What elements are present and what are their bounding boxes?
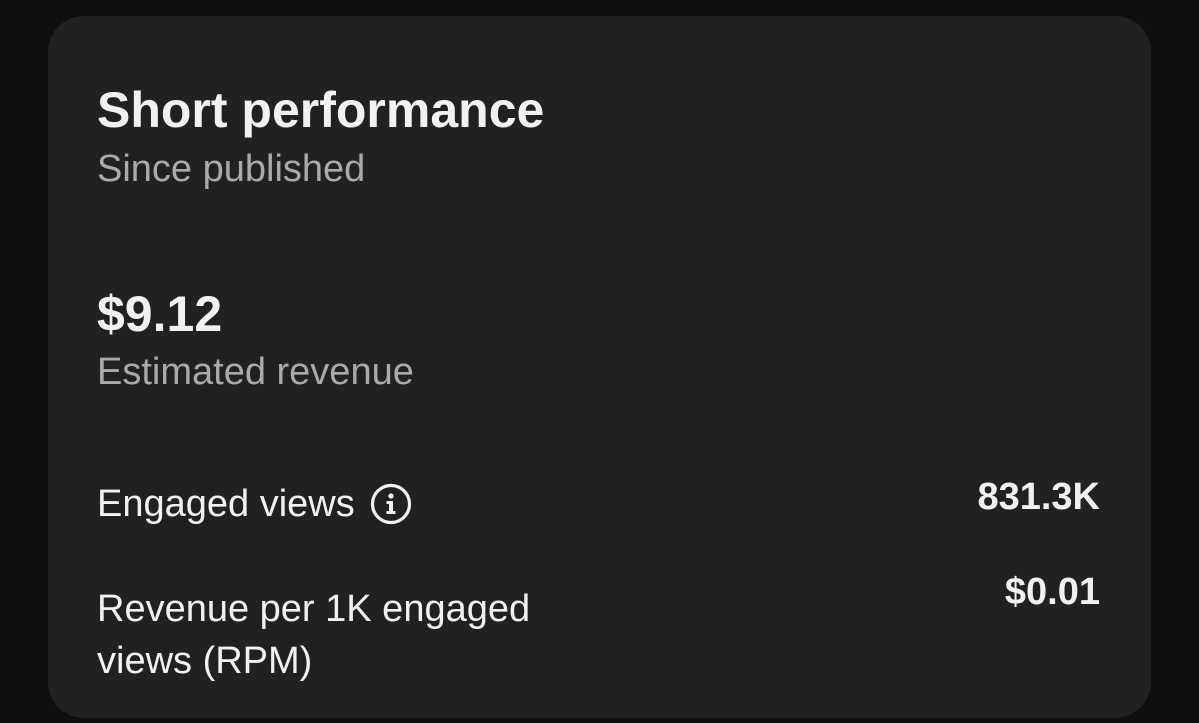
card-title: Short performance <box>97 82 545 138</box>
info-icon[interactable] <box>369 482 413 526</box>
engaged-views-label: Engaged views <box>97 483 355 525</box>
rpm-value: $0.01 <box>1004 571 1100 613</box>
short-performance-card: Short performance Since published $9.12 … <box>48 16 1151 718</box>
metric-label-wrapper: Engaged views <box>97 478 413 530</box>
card-subtitle: Since published <box>97 148 366 190</box>
engaged-views-value: 831.3K <box>977 476 1100 518</box>
estimated-revenue-label: Estimated revenue <box>97 351 414 393</box>
estimated-revenue-value: $9.12 <box>97 286 223 342</box>
rpm-label: Revenue per 1K engaged views (RPM) <box>97 588 531 682</box>
